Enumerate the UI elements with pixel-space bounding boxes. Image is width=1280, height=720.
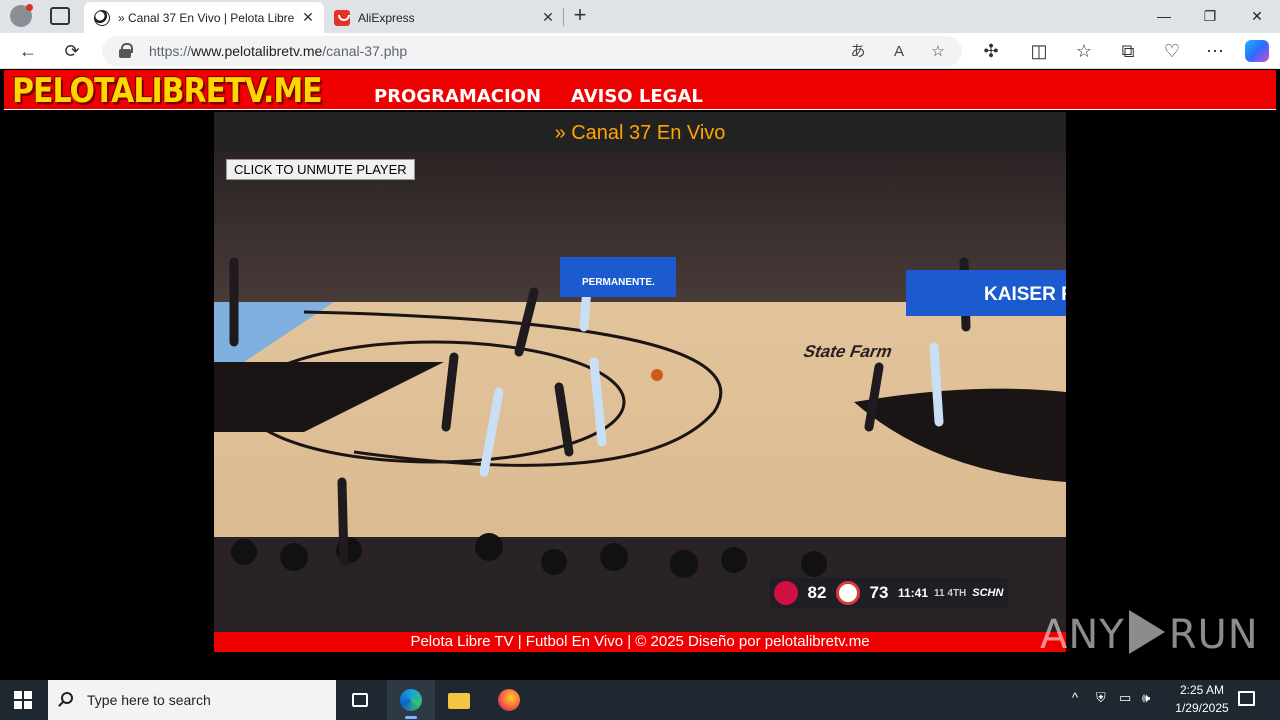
ad-board-kaiser: KAISER P <box>906 270 1066 316</box>
maximize-button[interactable]: ❐ <box>1187 0 1233 33</box>
show-hidden-icons[interactable]: ^ <box>1072 690 1078 705</box>
network-icon[interactable]: ▭ <box>1119 690 1131 706</box>
web-page: PELOTALIBRETV.ME PROGRAMACION AVISO LEGA… <box>0 70 1280 680</box>
ad-board-permanente: PERMANENTE. <box>560 257 676 297</box>
search-icon <box>61 692 73 704</box>
rockets-logo-icon <box>774 581 798 605</box>
defender-icon[interactable]: ⛨ <box>1096 690 1106 706</box>
anyrun-watermark: ANY RUN <box>1040 610 1259 658</box>
browser-essentials-icon[interactable]: ♡ <box>1160 39 1184 63</box>
hawks-logo-icon <box>836 581 860 605</box>
tab-pelota-libre[interactable]: » Canal 37 En Vivo | Pelota Libre TV ✕ <box>84 2 324 33</box>
minimize-button[interactable]: — <box>1141 0 1187 33</box>
read-aloud-icon[interactable]: A <box>888 41 910 63</box>
task-view-icon <box>352 693 368 707</box>
address-bar[interactable]: https://www.pelotalibretv.me/canal-37.ph… <box>102 36 962 66</box>
browser-toolbar: ← ⟳ https://www.pelotalibretv.me/canal-3… <box>0 33 1280 69</box>
tab-title: AliExpress <box>358 10 415 25</box>
volume-icon[interactable]: 🕪 <box>1142 690 1150 706</box>
channel-title: » Canal 37 En Vivo <box>554 122 726 144</box>
nav-aviso-legal[interactable]: AVISO LEGAL <box>571 86 703 107</box>
start-button[interactable] <box>14 691 32 709</box>
translate-icon[interactable]: あ <box>847 41 869 63</box>
collections-icon[interactable]: ⧉ <box>1116 39 1140 63</box>
tab-close-icon[interactable]: ✕ <box>538 9 558 26</box>
video-player[interactable]: PERMANENTE. KAISER P State Farm CLICK TO… <box>214 152 1066 632</box>
home-score: 82 <box>807 583 827 602</box>
taskbar-date[interactable]: 1/29/2025 <box>1166 701 1238 715</box>
edge-taskbar-button[interactable] <box>387 680 435 720</box>
notification-center-icon[interactable] <box>1238 691 1255 706</box>
task-view-button[interactable] <box>336 680 384 720</box>
edge-icon <box>400 689 422 711</box>
file-explorer-icon <box>448 693 470 709</box>
nav-programacion[interactable]: PROGRAMACION <box>374 86 541 107</box>
file-explorer-button[interactable] <box>435 680 483 720</box>
notification-dot-icon <box>26 4 33 11</box>
away-score: 73 <box>869 583 889 602</box>
extensions-icon[interactable]: ✣ <box>979 39 1003 63</box>
site-logo[interactable]: PELOTALIBRETV.ME <box>12 72 323 111</box>
firefox-icon <box>498 689 520 711</box>
play-icon <box>1128 610 1165 654</box>
tab-close-icon[interactable]: ✕ <box>298 9 318 26</box>
tab-aliexpress[interactable]: AliExpress ✕ <box>324 2 564 33</box>
tab-separator <box>563 8 564 26</box>
windows-taskbar: Type here to search ^ ⛨ ▭ 🕪 2:25 AM 1/29… <box>0 680 1280 720</box>
unmute-player-button[interactable]: CLICK TO UNMUTE PLAYER <box>226 159 415 180</box>
site-header: PELOTALIBRETV.ME PROGRAMACION AVISO LEGA… <box>4 70 1276 111</box>
address-url[interactable]: https://www.pelotalibretv.me/canal-37.ph… <box>149 43 407 59</box>
tab-title: » Canal 37 En Vivo | Pelota Libre TV <box>118 10 298 25</box>
video-frame <box>214 152 1066 632</box>
site-footer: Pelota Libre TV | Futbol En Vivo | © 202… <box>214 632 1066 652</box>
favorites-icon[interactable]: ☆ <box>1072 39 1096 63</box>
tab-actions-icon[interactable] <box>50 7 70 25</box>
firefox-button[interactable] <box>485 680 533 720</box>
channel-header: » Canal 37 En Vivo <box>214 112 1066 152</box>
new-tab-button[interactable]: + <box>569 4 591 28</box>
lock-icon[interactable] <box>119 43 133 58</box>
browser-tab-strip: » Canal 37 En Vivo | Pelota Libre TV ✕ A… <box>0 0 1280 33</box>
game-period: 11 4TH <box>934 587 967 599</box>
favorite-star-icon[interactable]: ☆ <box>927 41 949 63</box>
court-logo-text: State Farm <box>800 342 896 361</box>
aliexpress-icon <box>334 9 350 26</box>
taskbar-time[interactable]: 2:25 AM <box>1170 683 1234 697</box>
soccer-ball-icon <box>94 9 110 26</box>
copilot-icon[interactable] <box>1245 40 1269 62</box>
close-window-button[interactable]: ✕ <box>1234 0 1280 33</box>
network-logo: SCHN <box>972 587 1004 599</box>
search-placeholder: Type here to search <box>87 692 211 708</box>
refresh-button[interactable]: ⟳ <box>60 39 84 63</box>
score-bug: 82 73 11:41 11 4TH SCHN <box>770 578 1008 608</box>
taskbar-search[interactable]: Type here to search <box>48 680 336 720</box>
profile-avatar-icon[interactable] <box>10 4 33 27</box>
game-clock: 11:41 <box>898 586 929 600</box>
back-button[interactable]: ← <box>16 39 40 63</box>
settings-more-icon[interactable]: ⋯ <box>1203 39 1227 63</box>
split-screen-icon[interactable]: ◫ <box>1027 39 1051 63</box>
